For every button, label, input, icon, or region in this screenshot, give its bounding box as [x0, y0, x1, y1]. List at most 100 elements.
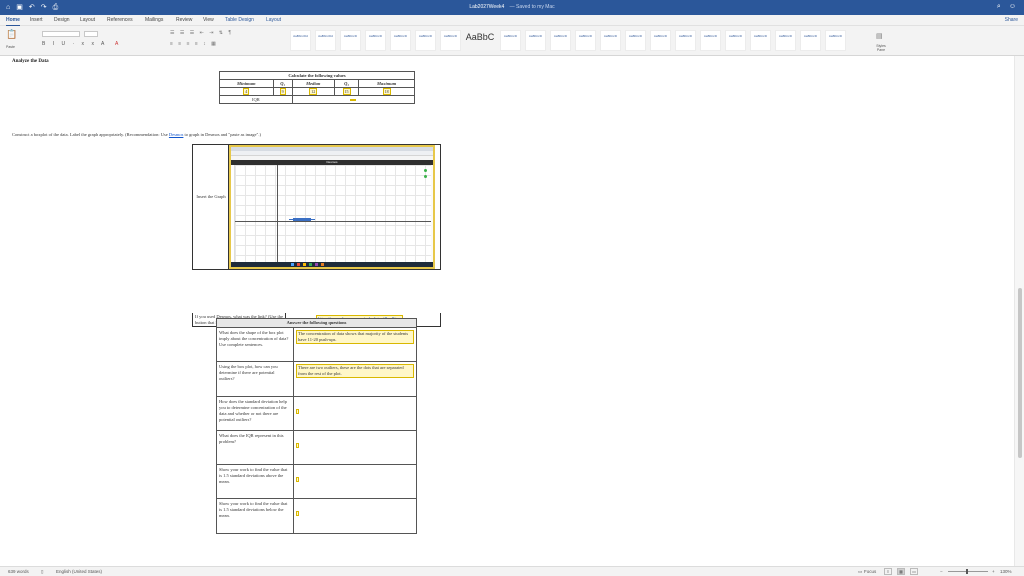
zoom-level[interactable]: 130% — [1000, 569, 1012, 574]
stats-header: Q₁ — [272, 79, 293, 88]
tab-design[interactable]: Design — [54, 17, 70, 23]
style-title[interactable]: AaBbC — [465, 30, 495, 51]
iqr-value[interactable] — [350, 99, 357, 101]
instruction-text: Construct a boxplot of the data. Label t… — [12, 132, 169, 137]
style-caption[interactable]: AaBbCcD — [775, 30, 796, 51]
stats-cell[interactable]: 4 — [219, 87, 274, 96]
paste-icon[interactable]: 📋 — [6, 29, 17, 40]
proofing-icon[interactable]: ▯ — [41, 569, 43, 575]
style-subtle-emphasis[interactable]: AaBbCcD — [525, 30, 546, 51]
ribbon: 📋 Paste B I U · x x A A ☰ ☰ ☰ ⇤ ⇥ ⇅ ¶ ≡ … — [0, 26, 1024, 56]
style-book-title[interactable]: AaBbCcD — [725, 30, 746, 51]
tab-view[interactable]: View — [203, 17, 214, 23]
list-buttons[interactable]: ☰ ☰ ☰ ⇤ ⇥ ⇅ ¶ — [170, 30, 233, 36]
answer-field[interactable] — [296, 511, 299, 516]
answer-field[interactable] — [296, 477, 299, 482]
answer-cell[interactable]: The concentration of data shows that maj… — [293, 327, 417, 362]
search-icon[interactable]: ⌕ — [997, 3, 1001, 11]
font-size-input[interactable] — [84, 31, 98, 37]
tab-review[interactable]: Review — [176, 17, 192, 23]
median-value[interactable]: 12 — [309, 88, 318, 95]
min-value[interactable]: 4 — [243, 88, 250, 95]
style-heading1[interactable]: AaBbCcD — [340, 30, 361, 51]
styles-pane-icon[interactable]: ▤ — [876, 32, 883, 40]
style-quote[interactable]: AaBbCcD — [625, 30, 646, 51]
print-layout-icon[interactable]: ▦ — [897, 568, 905, 575]
tab-mailings[interactable]: Mailings — [145, 17, 163, 23]
answer-field[interactable] — [296, 409, 299, 414]
focus-icon[interactable]: ▭ — [858, 569, 862, 575]
align-buttons[interactable]: ≡ ≡ ≡ ≡ ↕ ▦ — [170, 41, 218, 47]
answer-cell[interactable] — [293, 396, 417, 431]
answer-text[interactable]: The concentration of data shows that maj… — [296, 330, 414, 344]
style-heading4[interactable]: AaBbCcD — [415, 30, 436, 51]
word-count[interactable]: 639 words — [8, 569, 29, 574]
y-axis — [277, 165, 278, 262]
zoom-out-icon — [424, 175, 427, 178]
answer-cell[interactable]: There are two outliers, these are the do… — [293, 361, 417, 397]
question-cell: Using the box plot, how can you determin… — [216, 361, 294, 397]
zoom-slider[interactable] — [948, 571, 988, 572]
style-heading3[interactable]: AaBbCcD — [390, 30, 411, 51]
style-heading2[interactable]: AaBbCcD — [365, 30, 386, 51]
style-table-grid[interactable]: AaBbCcD — [800, 30, 821, 51]
styles-pane-label: Styles Pane — [876, 44, 886, 52]
style-toc[interactable]: AaBbCcD — [825, 30, 846, 51]
language[interactable]: English (United States) — [56, 569, 102, 574]
tab-references[interactable]: References — [107, 17, 133, 23]
scrollbar-thumb[interactable] — [1018, 288, 1022, 458]
style-subtitle[interactable]: AaBbCcD — [500, 30, 521, 51]
zoom-in-icon — [424, 169, 427, 172]
document-canvas[interactable]: Analyze the Data Calculate the following… — [0, 56, 1014, 566]
font-color-icon[interactable]: A — [115, 41, 118, 47]
account-icon[interactable]: ☺ — [1009, 3, 1016, 11]
style-intense-emphasis[interactable]: AaBbCcD — [575, 30, 596, 51]
graph-label-cell: Insert the Graph — [193, 145, 229, 269]
desmos-screenshot[interactable]: Desmos — [229, 145, 435, 269]
q3-value[interactable]: 15 — [342, 88, 351, 95]
format-buttons[interactable]: B I U · x x A — [42, 41, 107, 47]
q1-value[interactable]: 9 — [279, 88, 286, 95]
iqr-cell[interactable] — [291, 95, 416, 104]
style-normal[interactable]: AaBbCcDd — [290, 30, 311, 51]
web-layout-icon[interactable]: ▭ — [910, 568, 918, 575]
tab-home[interactable]: Home — [6, 17, 20, 26]
style-no-spacing[interactable]: AaBbCcDd — [315, 30, 336, 51]
answer-cell[interactable] — [293, 430, 417, 465]
tab-table-design[interactable]: Table Design — [225, 17, 254, 23]
answer-cell[interactable] — [293, 498, 417, 534]
style-subtle-reference[interactable]: AaBbCcD — [675, 30, 696, 51]
tab-insert[interactable]: Insert — [30, 17, 43, 23]
stats-cell[interactable]: 15 — [333, 87, 360, 96]
answer-cell[interactable] — [293, 464, 417, 499]
stats-table: Calculate the following values Minimum Q… — [219, 71, 416, 104]
tab-layout[interactable]: Layout — [80, 17, 95, 23]
title-bar: ⌂ ▣ ↶ ↷ ⎙ Lab2027Week4 — Saved to my Mac… — [0, 0, 1024, 15]
read-mode-icon[interactable]: ≡ — [884, 568, 892, 575]
os-taskbar — [231, 262, 433, 267]
vertical-scrollbar[interactable] — [1014, 56, 1024, 566]
tab-table-layout[interactable]: Layout — [266, 17, 281, 23]
style-list-paragraph[interactable]: AaBbCcD — [750, 30, 771, 51]
zoom-slider-handle[interactable] — [966, 569, 968, 574]
font-name-input[interactable] — [42, 31, 80, 37]
desmos-link[interactable]: Desmos — [169, 132, 184, 137]
zoom-out-button[interactable]: − — [940, 569, 943, 574]
style-heading5[interactable]: AaBbCcD — [440, 30, 461, 51]
stats-cell[interactable]: 12 — [291, 87, 335, 96]
style-strong[interactable]: AaBbCcD — [600, 30, 621, 51]
style-emphasis[interactable]: AaBbCcD — [550, 30, 571, 51]
stats-cell[interactable]: 18 — [358, 87, 415, 96]
stats-cell[interactable]: 9 — [272, 87, 293, 96]
answer-field[interactable] — [296, 443, 299, 448]
style-intense-reference[interactable]: AaBbCcD — [700, 30, 721, 51]
answer-text[interactable]: There are two outliers, these are the do… — [296, 364, 414, 378]
question-cell: Show your work to find the value that is… — [216, 464, 294, 499]
style-intense-quote[interactable]: AaBbCcD — [650, 30, 671, 51]
focus-button[interactable]: Focus — [864, 569, 876, 574]
max-value[interactable]: 18 — [382, 88, 391, 95]
zoom-in-button[interactable]: + — [992, 569, 995, 574]
stats-header: Minimum — [219, 79, 274, 88]
share-button[interactable]: Share — [1005, 17, 1018, 23]
stats-header: Maximum — [358, 79, 415, 88]
